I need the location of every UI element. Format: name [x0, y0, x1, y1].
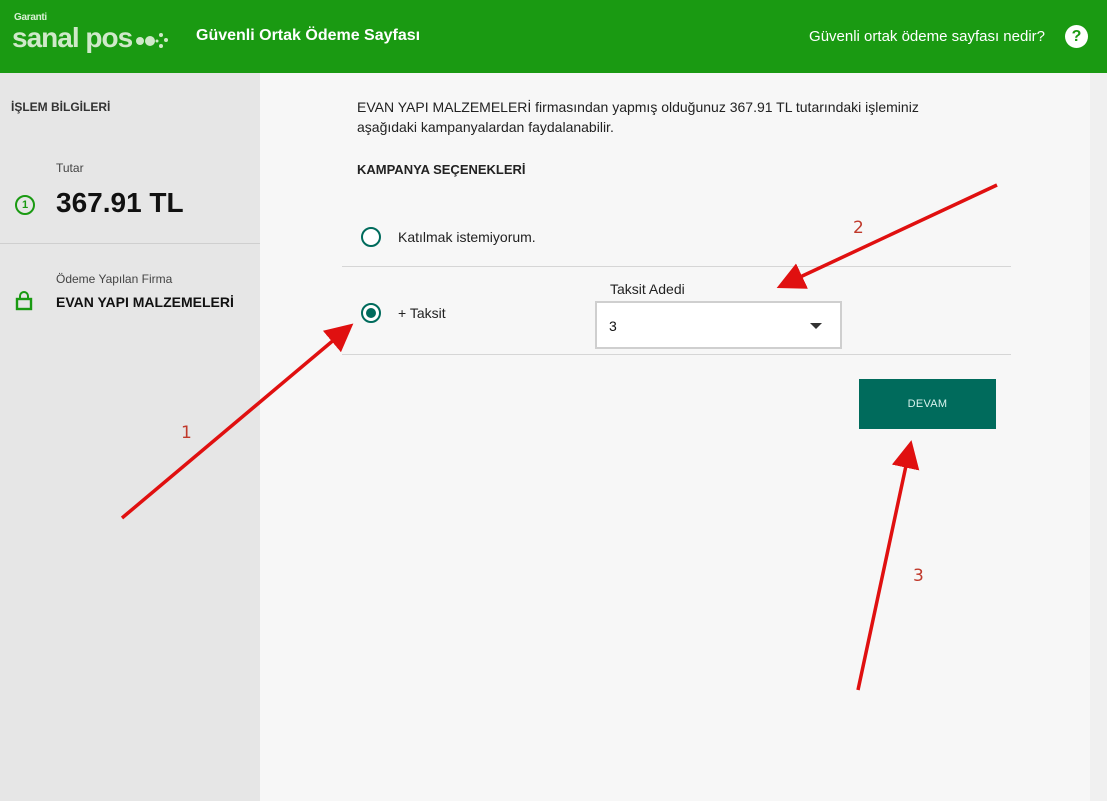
plus-installment-radio[interactable] [361, 303, 381, 323]
campaign-options-title: KAMPANYA SEÇENEKLERİ [357, 162, 526, 177]
annotation-label-3: 3 [913, 566, 924, 586]
shopping-bag-icon [15, 291, 33, 311]
logo-dots-icon [136, 33, 168, 48]
amount-label: Tutar [56, 161, 84, 175]
no-participation-radio[interactable] [361, 227, 381, 247]
garanti-sanal-pos-logo[interactable]: Garanti sanal pos [12, 12, 172, 54]
transaction-info-sidebar: İŞLEM BİLGİLERİ Tutar 1 367.91 TL Ödeme … [0, 73, 260, 801]
firm-value: EVAN YAPI MALZEMELERİ [56, 294, 234, 310]
firm-label: Ödeme Yapılan Firma [56, 272, 173, 286]
intro-text: EVAN YAPI MALZEMELERİ firmasından yapmış… [357, 99, 919, 135]
chevron-down-icon[interactable] [810, 323, 822, 329]
help-icon[interactable]: ? [1065, 25, 1088, 48]
option-no-participation[interactable]: Katılmak istemiyorum. [342, 213, 1011, 267]
header-bar: Garanti sanal pos Güvenli Ortak Ödeme Sa… [0, 0, 1107, 73]
logo-product-text: sanal pos [12, 22, 133, 53]
installment-count-value: 3 [609, 318, 617, 334]
main-content: EVAN YAPI MALZEMELERİ firmasından yapmış… [260, 73, 1090, 801]
annotation-label-2: 2 [853, 218, 864, 238]
continue-button[interactable]: DEVAM [859, 379, 996, 429]
page-scrollbar[interactable] [1090, 73, 1107, 801]
installment-count-select[interactable]: 3 [595, 301, 842, 349]
amount-step-icon: 1 [15, 195, 35, 215]
installment-count-label: Taksit Adedi [610, 281, 685, 297]
transaction-info-heading: İŞLEM BİLGİLERİ [11, 100, 111, 114]
option-plus-installment[interactable]: + Taksit Taksit Adedi 3 [342, 267, 1011, 355]
amount-value: 367.91 TL [56, 187, 184, 218]
help-link[interactable]: Güvenli ortak ödeme sayfası nedir? [809, 28, 1045, 45]
page-title: Güvenli Ortak Ödeme Sayfası [196, 27, 421, 44]
plus-installment-label[interactable]: + Taksit [398, 305, 446, 321]
annotation-label-1: 1 [181, 423, 192, 443]
no-participation-label[interactable]: Katılmak istemiyorum. [398, 229, 536, 245]
sidebar-divider [0, 243, 260, 244]
